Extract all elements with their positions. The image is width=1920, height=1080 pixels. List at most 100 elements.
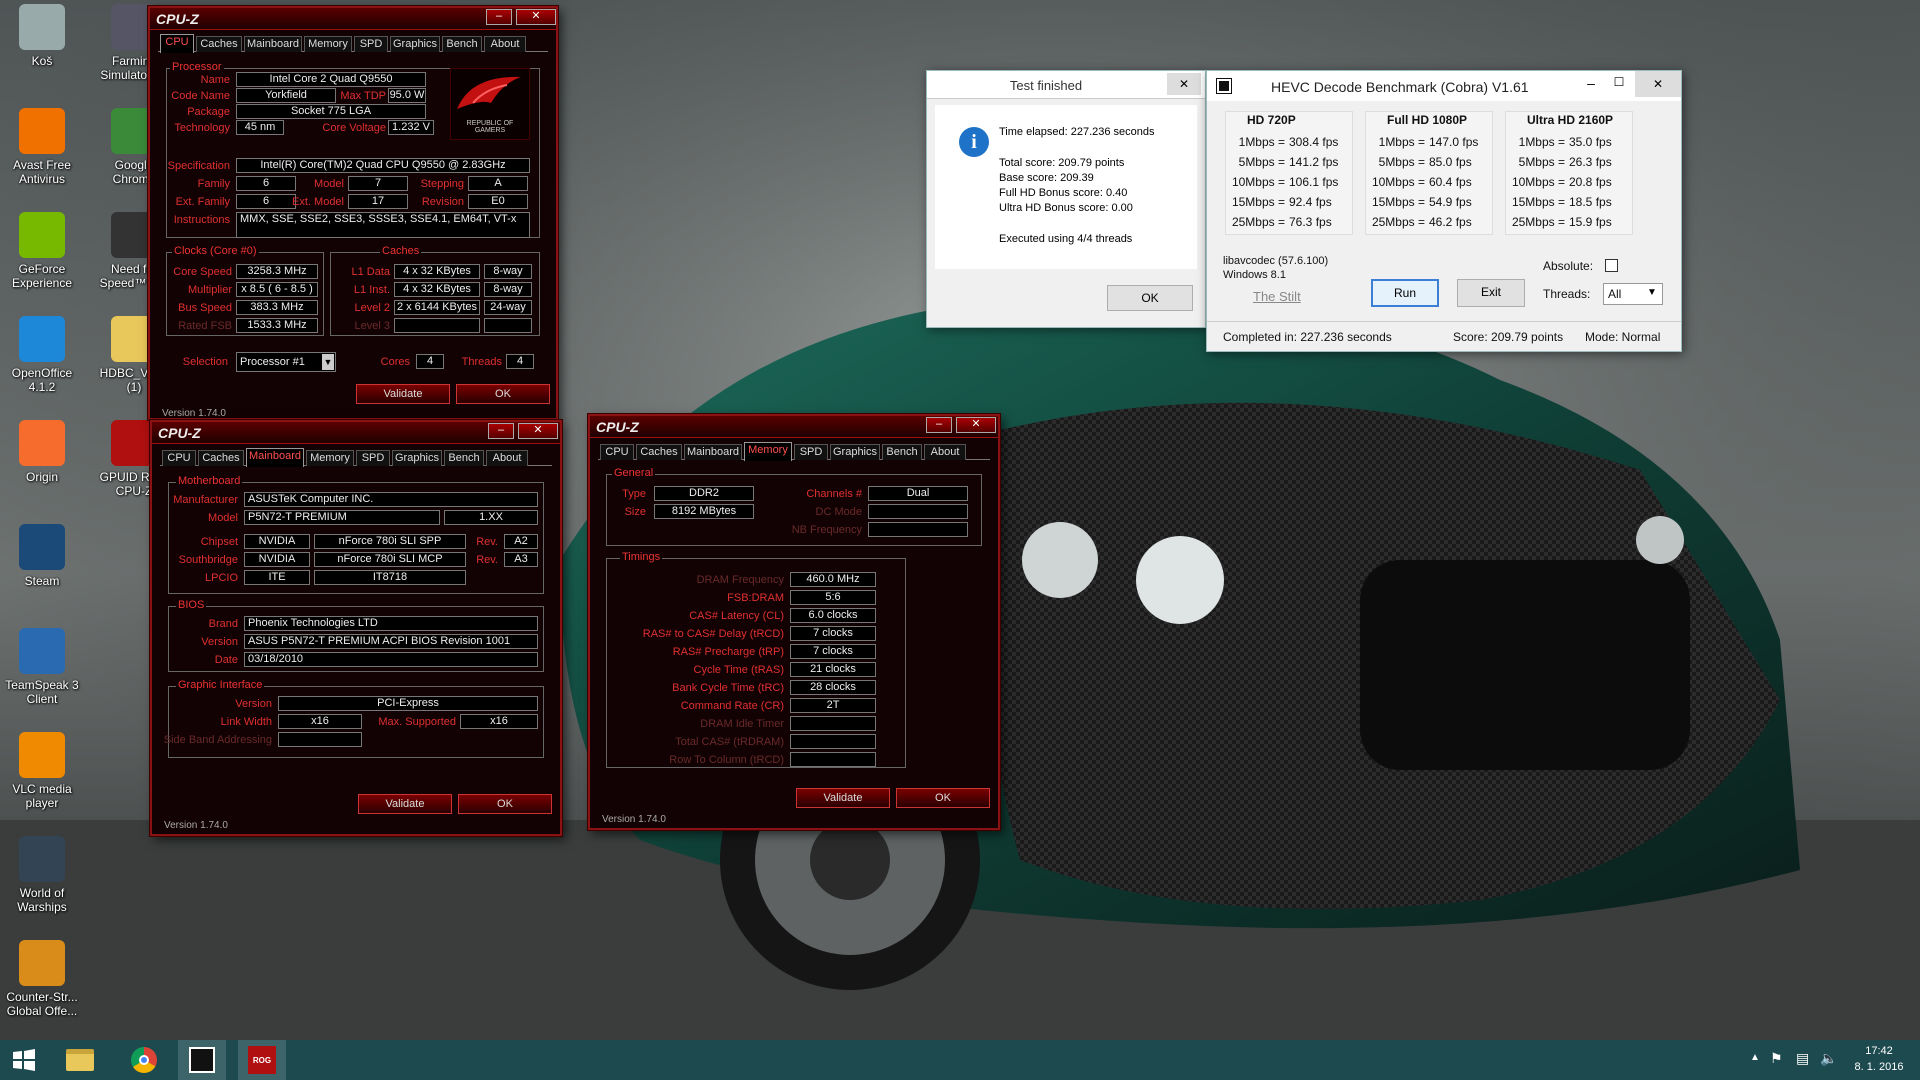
- close-button[interactable]: ✕: [1167, 73, 1201, 95]
- ok-button[interactable]: OK: [458, 794, 552, 814]
- cpuz-mainboard-window[interactable]: CPU-Z – ✕ CPU Caches Mainboard Memory SP…: [150, 420, 562, 836]
- desktop-icon[interactable]: Avast Free Antivirus: [0, 108, 84, 186]
- tab-mainboard[interactable]: Mainboard: [246, 448, 304, 467]
- origin-icon: [19, 420, 65, 466]
- chevron-down-icon[interactable]: ▼: [322, 354, 334, 370]
- dialog-body: i Time elapsed: 227.236 seconds Total sc…: [935, 105, 1197, 269]
- tab-spd[interactable]: SPD: [356, 450, 390, 466]
- desktop-icon-label: Avast Free Antivirus: [13, 158, 71, 186]
- tab-graphics[interactable]: Graphics: [392, 450, 442, 466]
- tab-spd[interactable]: SPD: [354, 36, 388, 52]
- selection-dropdown[interactable]: Processor #1: [236, 352, 336, 372]
- validate-button[interactable]: Validate: [796, 788, 890, 808]
- windows-logo-icon: [13, 1049, 35, 1071]
- cpuz-memory-window[interactable]: CPU-Z – ✕ CPU Caches Mainboard Memory SP…: [588, 414, 1000, 830]
- desktop-icon[interactable]: Origin: [0, 420, 84, 484]
- clock-date[interactable]: 8. 1. 2016: [1844, 1061, 1914, 1073]
- ratedfsb-value: 1533.3 MHz: [236, 318, 318, 333]
- run-button[interactable]: Run: [1371, 279, 1439, 307]
- tab-caches[interactable]: Caches: [636, 444, 682, 460]
- file-explorer-button[interactable]: [56, 1040, 104, 1080]
- desktop-icon[interactable]: Counter-Str... Global Offe...: [0, 940, 84, 1018]
- cpuz-taskbar-button[interactable]: ROG: [238, 1040, 286, 1080]
- fps-value: 46.2 fps: [1429, 215, 1472, 229]
- validate-button[interactable]: Validate: [356, 384, 450, 404]
- desktop-icon[interactable]: VLC media player: [0, 732, 84, 810]
- minimize-button[interactable]: –: [926, 417, 952, 433]
- desktop-icon[interactable]: Koš: [0, 4, 84, 68]
- tab-graphics[interactable]: Graphics: [390, 36, 440, 52]
- bitrate-label: 5Mbps =: [1518, 155, 1565, 169]
- desktop-icon[interactable]: OpenOffice 4.1.2: [0, 316, 84, 394]
- status-mode: Mode: Normal: [1585, 330, 1661, 344]
- desktop-icon[interactable]: World of Warships: [0, 836, 84, 914]
- tab-memory[interactable]: Memory: [306, 450, 354, 466]
- tab-spd[interactable]: SPD: [794, 444, 828, 460]
- the-stilt-link[interactable]: The Stilt: [1253, 289, 1301, 304]
- tab-about[interactable]: About: [924, 444, 966, 460]
- tab-memory[interactable]: Memory: [304, 36, 352, 52]
- start-button[interactable]: [0, 1040, 48, 1080]
- hevc-taskbar-button[interactable]: [178, 1040, 226, 1080]
- tab-cpu[interactable]: CPU: [600, 444, 634, 460]
- l1d-value: 4 x 32 KBytes: [394, 264, 480, 279]
- desktop-icon[interactable]: GeForce Experience: [0, 212, 84, 290]
- model-label: Model: [208, 512, 238, 524]
- chevron-down-icon[interactable]: ▼: [1647, 287, 1657, 298]
- tab-about[interactable]: About: [486, 450, 528, 466]
- clock-time[interactable]: 17:42: [1844, 1045, 1914, 1057]
- tab-bench[interactable]: Bench: [882, 444, 922, 460]
- desktop-icon-label: Origin: [25, 470, 58, 484]
- bitrate-label: 15Mbps =: [1231, 195, 1285, 209]
- title-bar[interactable]: CPU-Z – ✕: [152, 422, 560, 444]
- ok-button[interactable]: OK: [456, 384, 550, 404]
- tab-bench[interactable]: Bench: [444, 450, 484, 466]
- tab-mainboard[interactable]: Mainboard: [244, 36, 302, 52]
- tab-caches[interactable]: Caches: [198, 450, 244, 466]
- ok-button[interactable]: OK: [1107, 285, 1193, 311]
- timing-label: RAS# to CAS# Delay (tRCD): [642, 628, 784, 640]
- cpuz-cpu-window[interactable]: CPU-Z – ✕ CPU Caches Mainboard Memory SP…: [148, 6, 558, 420]
- test-finished-dialog[interactable]: Test finished ✕ i Time elapsed: 227.236 …: [926, 70, 1206, 328]
- tab-about[interactable]: About: [484, 36, 526, 52]
- family-label: Family: [197, 178, 230, 190]
- tab-memory[interactable]: Memory: [744, 442, 792, 461]
- nbfreq-label: NB Frequency: [791, 524, 862, 536]
- tab-caches[interactable]: Caches: [196, 36, 242, 52]
- action-center-flag-icon[interactable]: ⚑: [1770, 1050, 1783, 1067]
- minimize-button[interactable]: –: [488, 423, 514, 439]
- maximize-button[interactable]: ☐: [1607, 75, 1631, 89]
- close-button[interactable]: ✕: [516, 9, 556, 25]
- fps-value: 60.4 fps: [1429, 175, 1472, 189]
- network-icon[interactable]: ▤: [1796, 1050, 1809, 1067]
- cores-value: 4: [416, 354, 444, 369]
- tab-cpu[interactable]: CPU: [160, 34, 194, 53]
- minimize-button[interactable]: –: [486, 9, 512, 25]
- close-button[interactable]: ✕: [1635, 71, 1681, 97]
- tab-bench[interactable]: Bench: [442, 36, 482, 52]
- tab-mainboard[interactable]: Mainboard: [684, 444, 742, 460]
- desktop-icon[interactable]: Steam: [0, 524, 84, 588]
- chrome-taskbar-button[interactable]: [120, 1040, 168, 1080]
- title-bar[interactable]: CPU-Z – ✕: [150, 8, 556, 30]
- timing-value: 21 clocks: [790, 662, 876, 677]
- volume-icon[interactable]: 🔈: [1820, 1050, 1837, 1067]
- validate-button[interactable]: Validate: [358, 794, 452, 814]
- bitrate-label: 5Mbps =: [1238, 155, 1285, 169]
- title-bar[interactable]: HEVC Decode Benchmark (Cobra) V1.61 – ☐ …: [1207, 71, 1681, 101]
- tab-graphics[interactable]: Graphics: [830, 444, 880, 460]
- absolute-checkbox[interactable]: [1605, 259, 1618, 272]
- hevc-benchmark-window[interactable]: HEVC Decode Benchmark (Cobra) V1.61 – ☐ …: [1206, 70, 1682, 352]
- corespeed-value: 3258.3 MHz: [236, 264, 318, 279]
- close-button[interactable]: ✕: [518, 423, 558, 439]
- desktop-icon[interactable]: TeamSpeak 3 Client: [0, 628, 84, 706]
- bios-date-label: Date: [214, 654, 238, 666]
- minimize-button[interactable]: –: [1579, 75, 1603, 91]
- show-hidden-icons-icon[interactable]: ▲: [1750, 1052, 1760, 1063]
- ok-button[interactable]: OK: [896, 788, 990, 808]
- tab-cpu[interactable]: CPU: [162, 450, 196, 466]
- exit-button[interactable]: Exit: [1457, 279, 1525, 307]
- title-bar[interactable]: Test finished ✕: [927, 71, 1205, 99]
- close-button[interactable]: ✕: [956, 417, 996, 433]
- title-bar[interactable]: CPU-Z – ✕: [590, 416, 998, 438]
